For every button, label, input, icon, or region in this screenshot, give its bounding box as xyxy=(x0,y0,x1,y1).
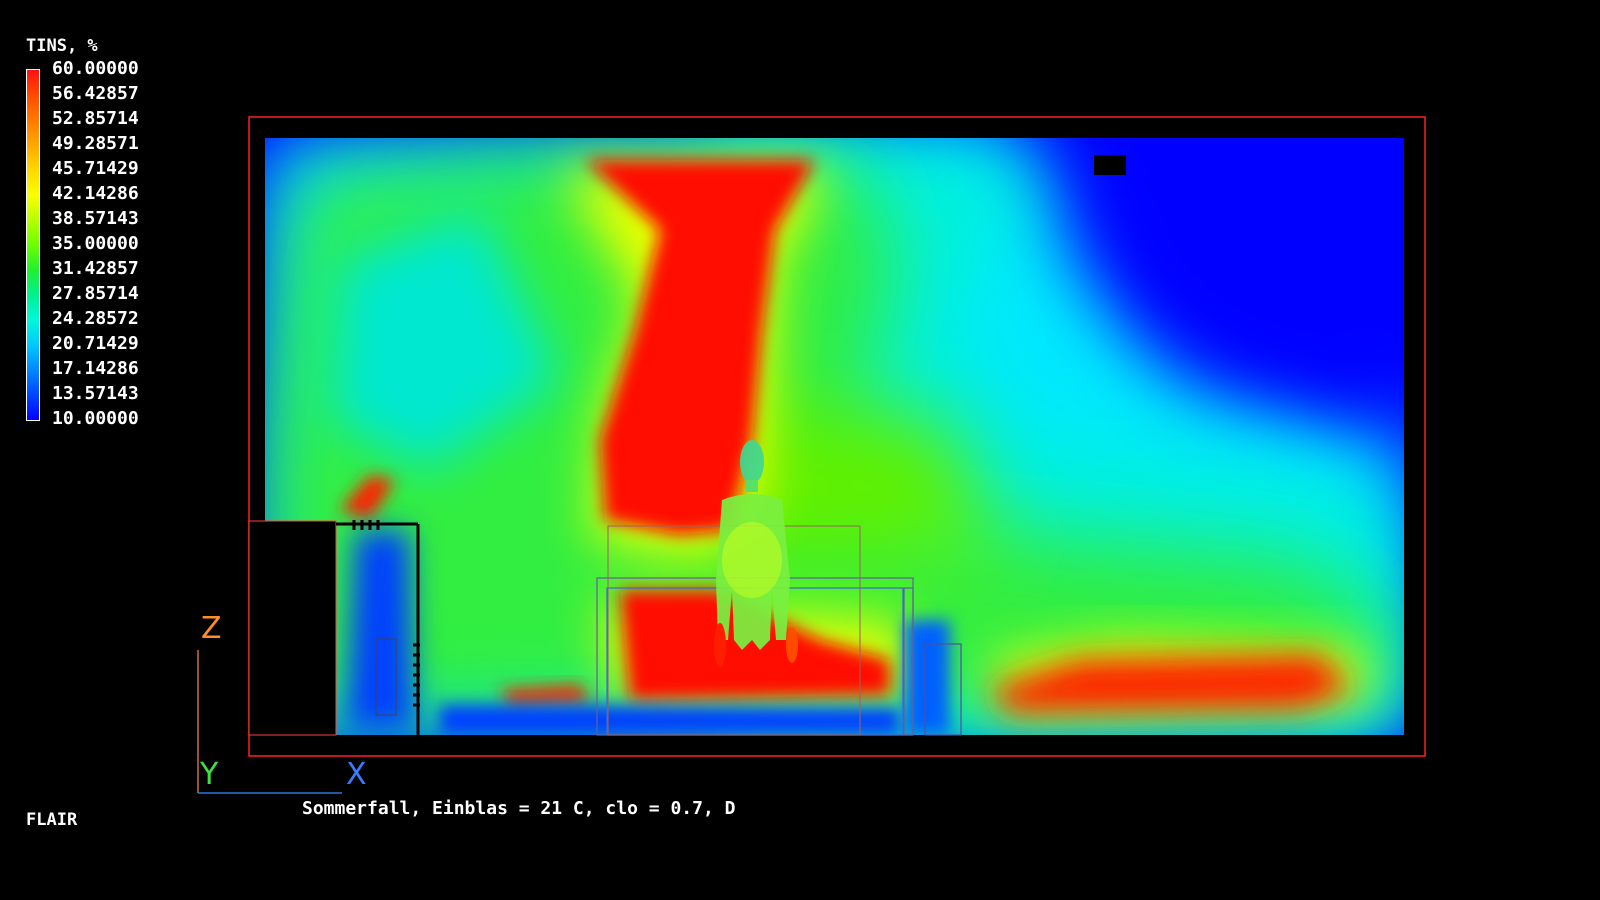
legend-swatch xyxy=(27,170,39,195)
legend-value: 13.57143 xyxy=(52,383,139,404)
legend-color-bar xyxy=(26,69,40,421)
legend-value: 10.00000 xyxy=(52,408,139,429)
legend-swatch xyxy=(27,395,39,420)
legend-title: TINS, % xyxy=(26,36,98,56)
legend-value: 17.14286 xyxy=(52,358,139,379)
legend-value: 42.14286 xyxy=(52,183,139,204)
legend-swatch xyxy=(27,295,39,320)
legend-value: 31.42857 xyxy=(52,258,139,279)
legend-swatch xyxy=(27,270,39,295)
legend-swatch xyxy=(27,220,39,245)
tins-contour-field xyxy=(265,138,1404,735)
legend-swatch xyxy=(27,345,39,370)
legend-swatch xyxy=(27,145,39,170)
legend-value: 27.85714 xyxy=(52,283,139,304)
legend-value: 60.00000 xyxy=(52,58,139,79)
ceiling-outlet xyxy=(1094,155,1126,175)
axis-label-x: X xyxy=(346,757,367,792)
case-caption: Sommerfall, Einblas = 21 C, clo = 0.7, D xyxy=(302,798,736,819)
simulation-view xyxy=(197,116,1426,794)
legend-value: 38.57143 xyxy=(52,208,139,229)
legend-value: 49.28571 xyxy=(52,133,139,154)
axis-label-z: Z xyxy=(201,611,222,646)
legend-value: 52.85714 xyxy=(52,108,139,129)
legend-swatch xyxy=(27,70,39,95)
legend-swatch xyxy=(27,370,39,395)
legend-swatch xyxy=(27,95,39,120)
legend-value: 24.28572 xyxy=(52,308,139,329)
legend-swatch xyxy=(27,195,39,220)
legend-value: 56.42857 xyxy=(52,83,139,104)
legend-swatch xyxy=(27,120,39,145)
legend-value: 35.00000 xyxy=(52,233,139,254)
legend-swatch xyxy=(27,245,39,270)
brand-label: FLAIR xyxy=(26,810,78,830)
legend-swatch xyxy=(27,320,39,345)
axis-label-y: Y xyxy=(200,757,219,792)
legend-value: 20.71429 xyxy=(52,333,139,354)
legend-value: 45.71429 xyxy=(52,158,139,179)
wall-block xyxy=(248,520,337,736)
